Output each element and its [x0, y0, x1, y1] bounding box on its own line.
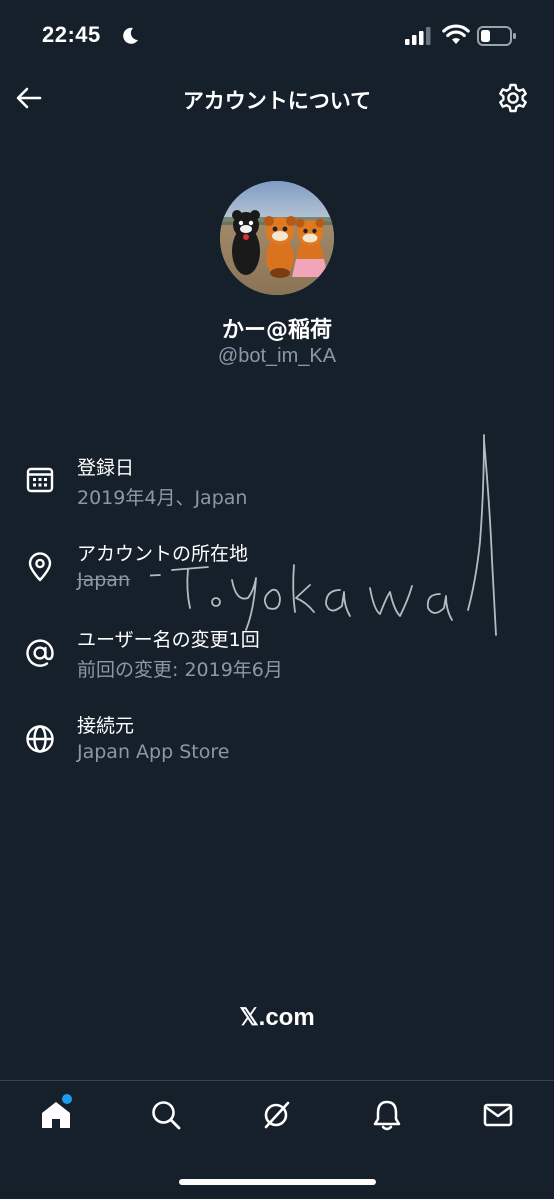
xcom-link[interactable]: 𝕏.com — [0, 1003, 554, 1032]
avatar-photo — [220, 181, 334, 295]
status-time: 22:45 — [42, 22, 101, 47]
battery-icon — [477, 26, 516, 46]
connected-via-label: 接続元 — [77, 715, 135, 737]
tab-bar-divider — [0, 1080, 554, 1081]
signal-icon — [405, 27, 431, 45]
joined-label: 登録日 — [77, 457, 135, 479]
user-handle: @bot_im_KA — [217, 345, 337, 367]
at-sign-icon — [26, 639, 54, 667]
connected-via-value: Japan App Store — [77, 741, 230, 763]
joined-value: 2019年4月、Japan — [77, 487, 248, 509]
grok-icon[interactable] — [258, 1097, 294, 1133]
moon-icon — [123, 27, 138, 44]
globe-icon — [26, 725, 54, 753]
location-label: アカウントの所在地 — [77, 543, 249, 565]
home-badge — [62, 1094, 72, 1104]
wifi-icon — [442, 24, 470, 44]
username-changes-value: 前回の変更: 2019年6月 — [77, 659, 283, 681]
home-indicator — [179, 1179, 376, 1185]
page-title: アカウントについて — [182, 89, 372, 113]
bell-icon[interactable] — [369, 1097, 405, 1133]
location-value: Japan — [77, 569, 130, 591]
gear-icon[interactable] — [497, 82, 529, 114]
display-name: かー@稲荷 — [221, 318, 332, 343]
location-pin-icon — [28, 552, 52, 582]
calendar-icon — [26, 467, 54, 493]
avatar[interactable] — [220, 181, 334, 295]
search-icon[interactable] — [148, 1097, 184, 1133]
username-changes-label: ユーザー名の変更1回 — [77, 629, 260, 651]
mail-icon[interactable] — [480, 1097, 516, 1133]
